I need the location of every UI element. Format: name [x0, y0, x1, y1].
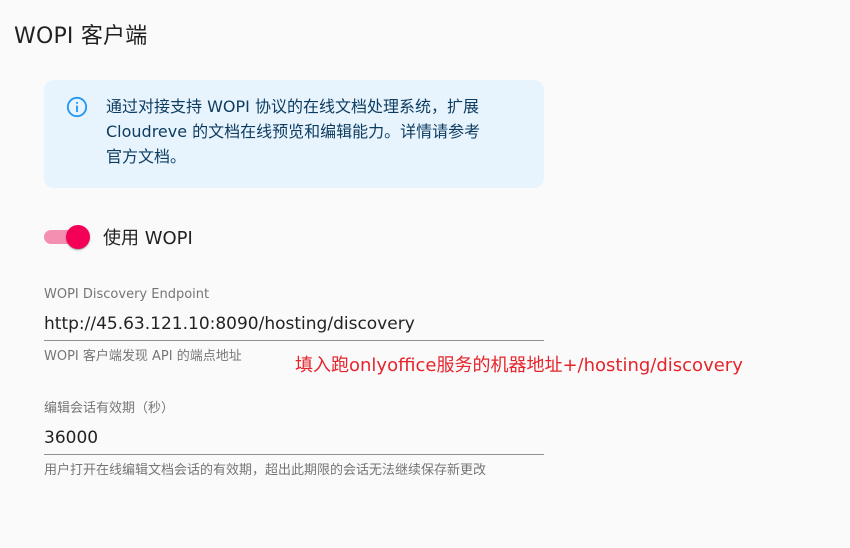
discovery-endpoint-label: WOPI Discovery Endpoint	[44, 287, 210, 302]
session-ttl-input[interactable]	[44, 424, 544, 455]
official-docs-link[interactable]: 官方文档	[106, 147, 170, 166]
discovery-endpoint-input[interactable]	[44, 310, 544, 341]
alert-message: 通过对接支持 WOPI 协议的在线文档处理系统，扩展 Cloudreve 的文档…	[106, 94, 526, 169]
info-icon	[66, 96, 88, 118]
info-alert: 通过对接支持 WOPI 协议的在线文档处理系统，扩展 Cloudreve 的文档…	[44, 80, 544, 188]
enable-wopi-row: 使用 WOPI	[44, 222, 193, 252]
session-ttl-help: 用户打开在线编辑文档会话的有效期，超出此期限的会话无法继续保存新更改	[44, 463, 487, 478]
enable-wopi-switch[interactable]	[44, 222, 92, 252]
switch-thumb[interactable]	[66, 225, 90, 249]
alert-suffix: 。	[170, 147, 187, 166]
section-title: WOPI 客户端	[14, 24, 148, 49]
enable-wopi-label[interactable]: 使用 WOPI	[103, 224, 193, 250]
red-annotation: 填入跑onlyoffice服务的机器地址+/hosting/discovery	[295, 355, 743, 376]
session-ttl-field: 编辑会话有效期（秒） 用户打开在线编辑文档会话的有效期，超出此期限的会话无法继续…	[44, 400, 544, 482]
alert-text: 通过对接支持 WOPI 协议的在线文档处理系统，扩展 Cloudreve 的文档…	[106, 97, 481, 141]
session-ttl-label: 编辑会话有效期（秒）	[44, 401, 175, 416]
